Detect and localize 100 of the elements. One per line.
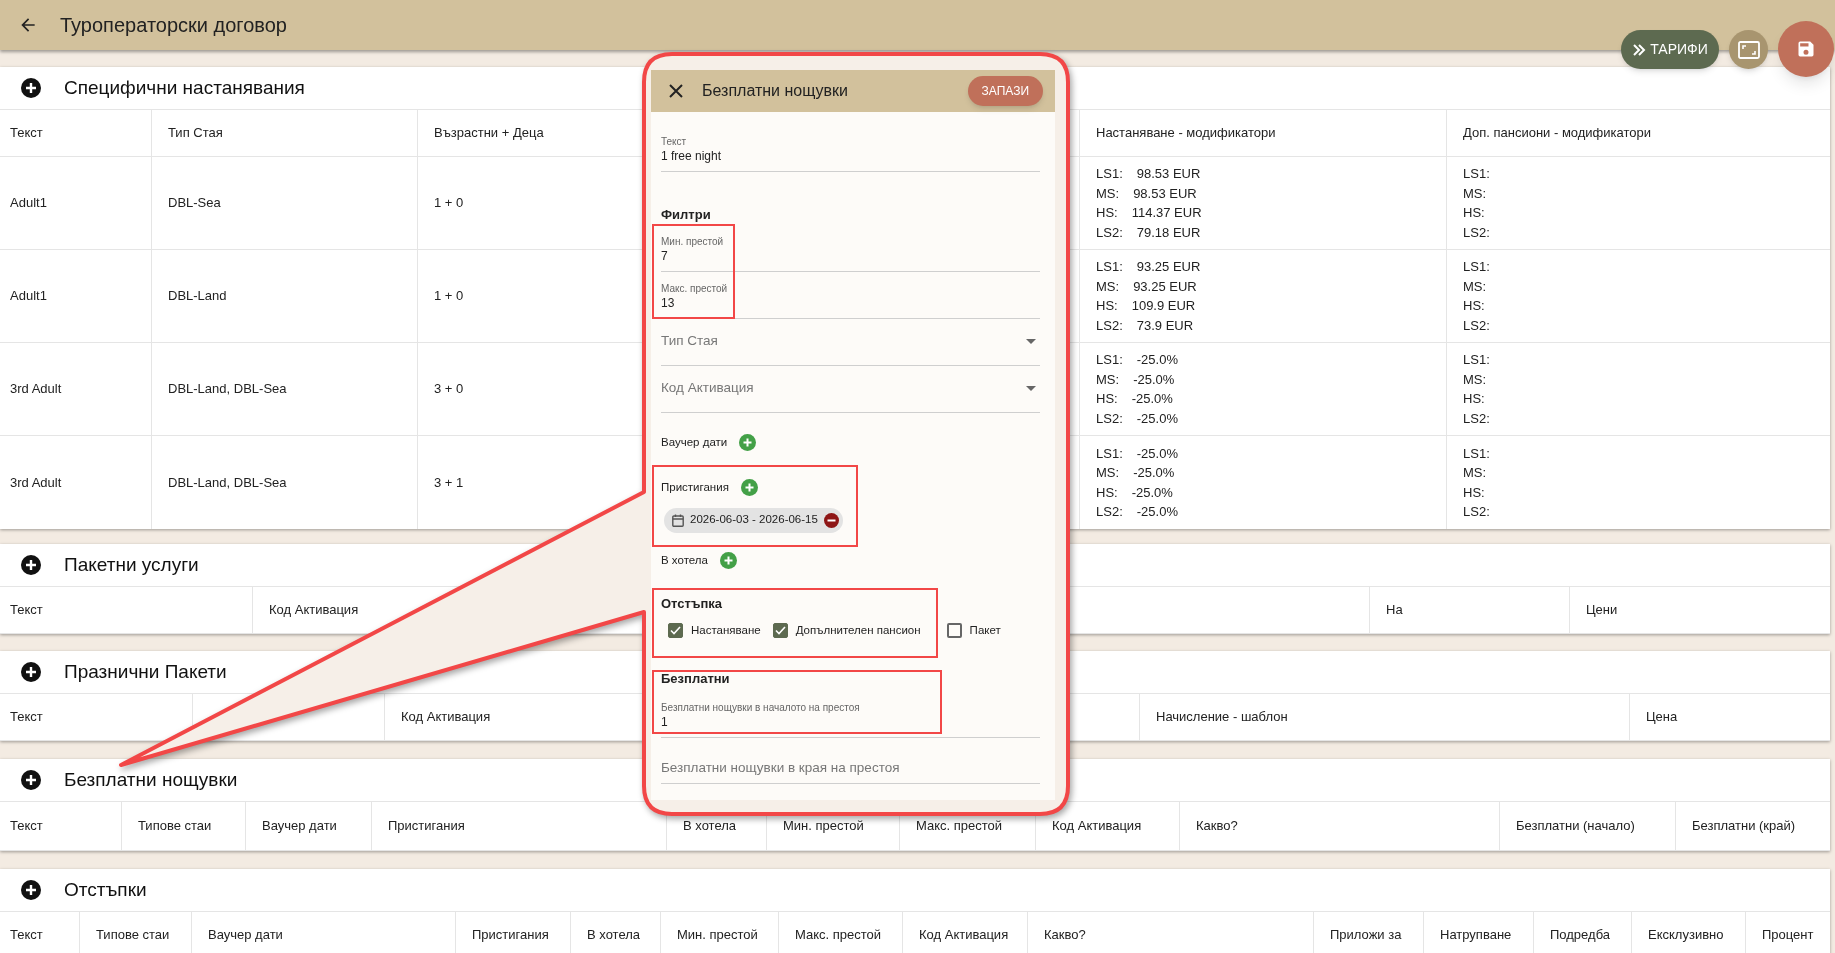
column-header: Ваучер дати	[192, 912, 456, 953]
save-button[interactable]: ЗАПАЗИ	[967, 76, 1043, 106]
section-heading: Безплатни	[661, 670, 731, 689]
cell-value: -25.0%	[1136, 351, 1178, 369]
column-header: Начисление - шаблон	[1140, 694, 1630, 740]
column-header: В хотела	[571, 912, 661, 953]
column-header: Цена	[1645, 708, 1679, 727]
cell-value: -25.0%	[1131, 390, 1173, 408]
table-cell: 3rd Adult	[0, 343, 152, 435]
calendar-icon	[672, 513, 684, 527]
cell-label: HS:	[1096, 390, 1118, 408]
cell-label: LS1:	[1096, 444, 1123, 463]
cell-label: HS:	[1096, 204, 1118, 222]
table-cell: DBL-Land, DBL-Sea	[152, 343, 418, 435]
column-header: Пристигания	[456, 912, 571, 953]
cell-value: 73.9 EUR	[1136, 316, 1194, 335]
cell-label: LS2:	[1096, 316, 1123, 335]
chip-label: 2026-06-03 - 2026-06-15	[690, 512, 818, 528]
remove-icon[interactable]	[823, 512, 839, 528]
cell-label: MS:	[1096, 184, 1120, 203]
page-title: Туроператорски договор	[60, 13, 287, 38]
add-icon[interactable]	[20, 661, 42, 683]
field-label: Макс. престой	[661, 281, 729, 295]
column-header: Макс. престой	[779, 912, 903, 953]
cell-label: HS:	[1096, 297, 1118, 315]
cell-value: 93.25 EUR	[1133, 277, 1197, 296]
cell-label: LS2:	[1463, 316, 1490, 335]
cell-label: LS2:	[1463, 503, 1490, 521]
table-cell: DBL-Land	[152, 250, 418, 342]
add-icon[interactable]	[20, 554, 42, 576]
input-field[interactable]: 7	[661, 247, 1040, 265]
table-cell: Adult1	[0, 157, 152, 249]
date-chip[interactable]: 2026-06-03 - 2026-06-15	[664, 507, 843, 533]
column-header: Цени	[1585, 601, 1619, 620]
input-field[interactable]: 1	[661, 713, 1040, 731]
column-header: Безплатни (край)	[1691, 817, 1797, 836]
column-header: Безплатни (начало)	[1500, 802, 1676, 850]
table-cell: Adult1	[0, 250, 152, 342]
column-header: Текст	[0, 587, 253, 633]
checkbox[interactable]	[772, 623, 788, 639]
dropdown-placeholder: Код Активация	[661, 379, 754, 398]
column-header: На	[1370, 587, 1570, 633]
section-heading: Филтри	[661, 206, 712, 224]
caret-icon	[1026, 339, 1036, 344]
column-header: Ексклузивно	[1632, 912, 1746, 953]
input-field[interactable]: Безплатни нощувки в края на престоя	[661, 759, 1040, 777]
add-icon[interactable]	[20, 77, 42, 99]
rates-button[interactable]: ТАРИФИ	[1621, 30, 1719, 69]
column-header: Типове стаи	[122, 802, 246, 850]
column-header: Натрупване	[1424, 912, 1534, 953]
dialog-title: Безплатни нощувки	[702, 81, 848, 101]
cell-value: 98.53 EUR	[1136, 165, 1201, 183]
fullscreen-icon[interactable]	[1737, 40, 1760, 59]
section-title: Безплатни нощувки	[64, 767, 238, 792]
add-icon[interactable]	[20, 879, 42, 901]
column-header: Типове стаи	[80, 912, 192, 953]
cell-value: 93.25 EUR	[1136, 258, 1201, 276]
cell-label: LS2:	[1463, 223, 1490, 242]
cell-label: HS:	[1096, 483, 1118, 502]
cell-label: HS:	[1463, 297, 1485, 315]
cell-label: LS1:	[1096, 258, 1123, 276]
column-header: Текст	[0, 912, 80, 953]
field-label: Мин. престой	[661, 234, 725, 248]
column-header: Мин. престой	[661, 912, 779, 953]
cell-value: -25.0%	[1136, 409, 1178, 428]
checkbox[interactable]	[946, 623, 962, 639]
column-header: Приложи за	[1314, 912, 1424, 953]
column-header: Текст	[0, 110, 152, 156]
field-label: Безплатни нощувки в началото на престоя	[661, 700, 861, 714]
cell-value: 98.53 EUR	[1133, 184, 1197, 203]
dropdown[interactable]: Код Активация	[661, 365, 1040, 413]
cell-label: MS:	[1096, 277, 1120, 296]
cell-label: LS1:	[1463, 165, 1490, 183]
cell-label: HS:	[1463, 204, 1485, 222]
cell-label: LS2:	[1096, 223, 1123, 242]
cell-value: 79.18 EUR	[1136, 223, 1201, 242]
cell-value: -25.0%	[1133, 370, 1175, 389]
column-header: Какво?	[1180, 802, 1500, 850]
add-icon[interactable]	[20, 769, 42, 791]
cell-value: -25.0%	[1136, 503, 1178, 521]
close-icon[interactable]	[667, 82, 685, 100]
cell-label: MS:	[1096, 464, 1120, 482]
cell-label: MS:	[1463, 184, 1487, 203]
group-label: Пристигания	[661, 479, 729, 495]
cell-label: HS:	[1463, 390, 1485, 408]
column-header: Какво?	[1028, 912, 1314, 953]
group-label: Ваучер дати	[661, 434, 728, 450]
table-cell: DBL-Land, DBL-Sea	[152, 436, 418, 529]
column-header: Доп. пансиони - модификатори	[1462, 124, 1652, 143]
section-title: Отстъпки	[64, 877, 147, 902]
section-title: Пакетни услуги	[64, 552, 199, 577]
input-field[interactable]: 13	[661, 294, 1040, 312]
checkbox[interactable]	[668, 623, 683, 639]
cell-label: LS1:	[1463, 258, 1490, 276]
column-header: Текст	[0, 802, 122, 850]
cell-value: -25.0%	[1133, 464, 1175, 482]
group-label: В хотела	[661, 552, 708, 568]
caret-icon	[1026, 386, 1036, 391]
dropdown[interactable]: Тип Стая	[661, 318, 1040, 366]
cell-label: LS1:	[1463, 444, 1490, 463]
